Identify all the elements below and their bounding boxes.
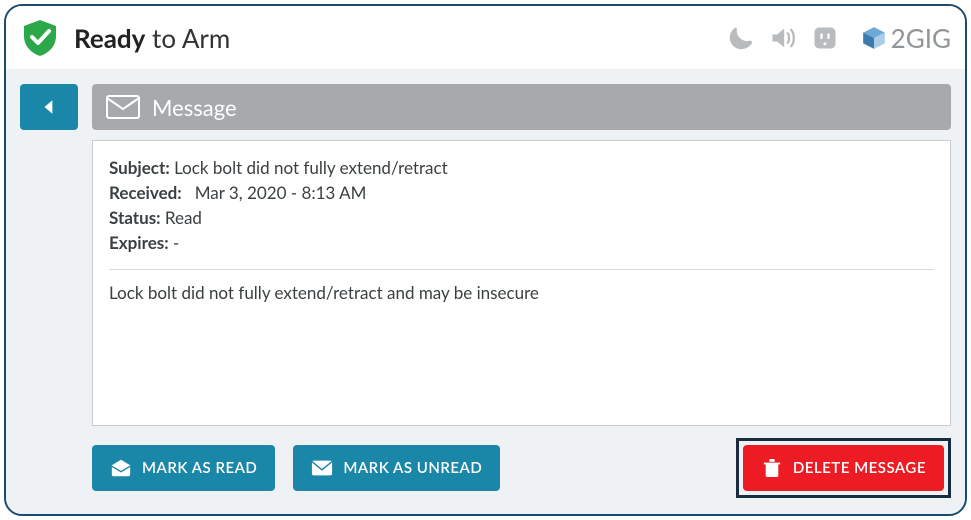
mark-read-button[interactable]: MARK AS READ: [92, 445, 275, 491]
message-box: Subject: Lock bolt did not fully extend/…: [92, 140, 951, 426]
device-frame: Ready to Arm 2GIG: [4, 4, 967, 516]
moon-icon[interactable]: [727, 24, 755, 52]
delete-label: DELETE MESSAGE: [793, 459, 926, 477]
subject-row: Subject: Lock bolt did not fully extend/…: [109, 157, 934, 178]
subject-value: Lock bolt did not fully extend/retract: [174, 157, 448, 178]
header-bar: Ready to Arm 2GIG: [6, 6, 965, 70]
header-icons: 2GIG: [727, 22, 951, 54]
shield-icon: [20, 18, 60, 58]
mark-read-label: MARK AS READ: [142, 459, 257, 477]
subject-label: Subject:: [109, 157, 170, 178]
expires-row: Expires: -: [109, 232, 934, 253]
content-area: Message Subject: Lock bolt did not fully…: [6, 70, 965, 514]
main-panel: Message Subject: Lock bolt did not fully…: [92, 84, 951, 498]
arm-status-rest: to Arm: [145, 22, 230, 54]
mark-unread-button[interactable]: MARK AS UNREAD: [293, 445, 500, 491]
delete-button[interactable]: DELETE MESSAGE: [743, 445, 944, 491]
trash-icon: [761, 459, 783, 477]
action-bar: MARK AS READ MARK AS UNREAD: [92, 438, 951, 498]
received-label: Received:: [109, 182, 182, 203]
page-title-bar: Message: [92, 84, 951, 130]
arm-status-strong: Ready: [74, 22, 145, 54]
envelope-open-icon: [110, 459, 132, 477]
received-row: Received: Mar 3, 2020 - 8:13 AM: [109, 182, 934, 203]
volume-icon[interactable]: [769, 24, 797, 52]
arm-status: Ready to Arm: [74, 22, 230, 54]
received-value: Mar 3, 2020 - 8:13 AM: [195, 182, 367, 203]
outlet-icon[interactable]: [811, 24, 839, 52]
expires-value: -: [173, 232, 179, 253]
brand-logo: 2GIG: [861, 22, 951, 54]
envelope-icon: [106, 95, 140, 119]
mark-unread-label: MARK AS UNREAD: [343, 459, 482, 477]
message-divider: [109, 269, 934, 270]
expires-label: Expires:: [109, 232, 169, 253]
brand-text: 2GIG: [891, 22, 951, 54]
status-label: Status:: [109, 207, 161, 228]
page-title: Message: [152, 94, 237, 121]
envelope-icon: [311, 459, 333, 477]
status-value: Read: [165, 207, 202, 228]
back-button[interactable]: [20, 84, 78, 130]
delete-highlight: DELETE MESSAGE: [736, 438, 951, 498]
message-body: Lock bolt did not fully extend/retract a…: [109, 282, 934, 303]
status-row: Status: Read: [109, 207, 934, 228]
